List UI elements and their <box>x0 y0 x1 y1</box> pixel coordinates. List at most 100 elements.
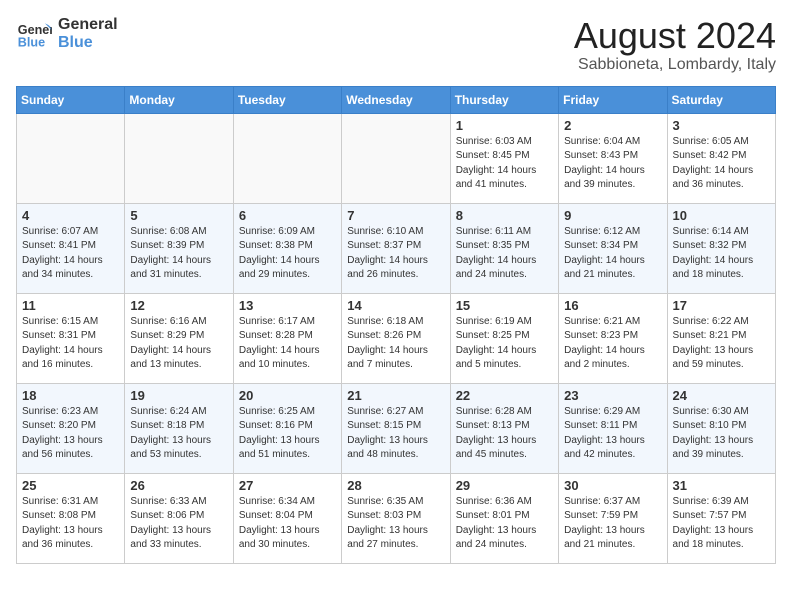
day-number: 26 <box>130 478 227 493</box>
day-number: 3 <box>673 118 770 133</box>
day-number: 6 <box>239 208 336 223</box>
calendar-cell: 6 Sunrise: 6:09 AM Sunset: 8:38 PM Daylig… <box>233 203 341 293</box>
logo: General Blue General Blue <box>16 16 118 52</box>
calendar-cell <box>342 113 450 203</box>
day-info: Sunrise: 6:37 AM Sunset: 7:59 PM Dayligh… <box>564 495 661 553</box>
title-block: August 2024 Sabbioneta, Lombardy, Italy <box>574 16 776 74</box>
calendar-cell: 3 Sunrise: 6:05 AM Sunset: 8:42 PM Daylig… <box>667 113 775 203</box>
svg-text:Blue: Blue <box>18 36 45 50</box>
day-info: Sunrise: 6:30 AM Sunset: 8:10 PM Dayligh… <box>673 405 770 463</box>
day-info: Sunrise: 6:23 AM Sunset: 8:20 PM Dayligh… <box>22 405 119 463</box>
day-info: Sunrise: 6:25 AM Sunset: 8:16 PM Dayligh… <box>239 405 336 463</box>
day-info: Sunrise: 6:15 AM Sunset: 8:31 PM Dayligh… <box>22 315 119 373</box>
day-info: Sunrise: 6:07 AM Sunset: 8:41 PM Dayligh… <box>22 225 119 283</box>
calendar-cell: 13Sunrise: 6:17 AM Sunset: 8:28 PM Dayli… <box>233 293 341 383</box>
day-number: 30 <box>564 478 661 493</box>
day-info: Sunrise: 6:27 AM Sunset: 8:15 PM Dayligh… <box>347 405 444 463</box>
day-info: Sunrise: 6:18 AM Sunset: 8:26 PM Dayligh… <box>347 315 444 373</box>
day-number: 14 <box>347 298 444 313</box>
day-info: Sunrise: 6:24 AM Sunset: 8:18 PM Dayligh… <box>130 405 227 463</box>
day-number: 22 <box>456 388 553 403</box>
day-info: Sunrise: 6:33 AM Sunset: 8:06 PM Dayligh… <box>130 495 227 553</box>
calendar-week-3: 11 Sunrise: 6:15 AM Sunset: 8:31 PM Dayli… <box>17 293 776 383</box>
logo-blue: Blue <box>58 34 93 51</box>
day-info: Sunrise: 6:39 AM Sunset: 7:57 PM Dayligh… <box>673 495 770 553</box>
day-number: 16 <box>564 298 661 313</box>
day-number: 10 <box>673 208 770 223</box>
day-number: 2 <box>564 118 661 133</box>
weekday-header-monday: Monday <box>125 86 233 113</box>
calendar-cell: 19 Sunrise: 6:24 AM Sunset: 8:18 PM Dayli… <box>125 383 233 473</box>
day-info: Sunrise: 6:35 AM Sunset: 8:03 PM Dayligh… <box>347 495 444 553</box>
day-info: Sunrise: 6:31 AM Sunset: 8:08 PM Dayligh… <box>22 495 119 553</box>
day-info: Sunrise: 6:16 AM Sunset: 8:29 PM Dayligh… <box>130 315 227 373</box>
day-info: Sunrise: 6:21 AM Sunset: 8:23 PM Dayligh… <box>564 315 661 373</box>
calendar-cell: 28 Sunrise: 6:35 AM Sunset: 8:03 PM Dayli… <box>342 473 450 563</box>
day-info: Sunrise: 6:03 AM Sunset: 8:45 PM Dayligh… <box>456 135 553 193</box>
day-info: Sunrise: 6:22 AM Sunset: 8:21 PM Dayligh… <box>673 315 770 373</box>
day-number: 28 <box>347 478 444 493</box>
calendar-title: August 2024 <box>574 16 776 56</box>
calendar-cell <box>125 113 233 203</box>
calendar-cell: 22Sunrise: 6:28 AM Sunset: 8:13 PM Dayli… <box>450 383 558 473</box>
calendar-cell: 30 Sunrise: 6:37 AM Sunset: 7:59 PM Dayli… <box>559 473 667 563</box>
day-info: Sunrise: 6:09 AM Sunset: 8:38 PM Dayligh… <box>239 225 336 283</box>
calendar-cell: 18 Sunrise: 6:23 AM Sunset: 8:20 PM Dayli… <box>17 383 125 473</box>
calendar-week-4: 18 Sunrise: 6:23 AM Sunset: 8:20 PM Dayli… <box>17 383 776 473</box>
weekday-header-saturday: Saturday <box>667 86 775 113</box>
calendar-cell: 11 Sunrise: 6:15 AM Sunset: 8:31 PM Dayli… <box>17 293 125 383</box>
day-number: 29 <box>456 478 553 493</box>
day-info: Sunrise: 6:12 AM Sunset: 8:34 PM Dayligh… <box>564 225 661 283</box>
calendar-cell: 12 Sunrise: 6:16 AM Sunset: 8:29 PM Dayli… <box>125 293 233 383</box>
day-number: 31 <box>673 478 770 493</box>
day-info: Sunrise: 6:05 AM Sunset: 8:42 PM Dayligh… <box>673 135 770 193</box>
day-number: 13 <box>239 298 336 313</box>
calendar-cell: 31 Sunrise: 6:39 AM Sunset: 7:57 PM Dayli… <box>667 473 775 563</box>
day-number: 23 <box>564 388 661 403</box>
day-number: 15 <box>456 298 553 313</box>
weekday-header-sunday: Sunday <box>17 86 125 113</box>
calendar-table: SundayMondayTuesdayWednesdayThursdayFrid… <box>16 86 776 564</box>
day-number: 18 <box>22 388 119 403</box>
weekday-header-row: SundayMondayTuesdayWednesdayThursdayFrid… <box>17 86 776 113</box>
calendar-cell: 17 Sunrise: 6:22 AM Sunset: 8:21 PM Dayli… <box>667 293 775 383</box>
day-info: Sunrise: 6:10 AM Sunset: 8:37 PM Dayligh… <box>347 225 444 283</box>
day-number: 20 <box>239 388 336 403</box>
calendar-cell: 21Sunrise: 6:27 AM Sunset: 8:15 PM Dayli… <box>342 383 450 473</box>
calendar-cell: 9 Sunrise: 6:12 AM Sunset: 8:34 PM Daylig… <box>559 203 667 293</box>
day-number: 25 <box>22 478 119 493</box>
logo-general: General <box>58 16 118 33</box>
day-number: 19 <box>130 388 227 403</box>
day-number: 1 <box>456 118 553 133</box>
calendar-cell <box>233 113 341 203</box>
calendar-cell: 24 Sunrise: 6:30 AM Sunset: 8:10 PM Dayli… <box>667 383 775 473</box>
weekday-header-friday: Friday <box>559 86 667 113</box>
day-number: 8 <box>456 208 553 223</box>
calendar-cell: 8 Sunrise: 6:11 AM Sunset: 8:35 PM Daylig… <box>450 203 558 293</box>
calendar-cell: 23Sunrise: 6:29 AM Sunset: 8:11 PM Dayli… <box>559 383 667 473</box>
day-number: 17 <box>673 298 770 313</box>
day-number: 4 <box>22 208 119 223</box>
calendar-cell: 25 Sunrise: 6:31 AM Sunset: 8:08 PM Dayli… <box>17 473 125 563</box>
calendar-cell: 16 Sunrise: 6:21 AM Sunset: 8:23 PM Dayli… <box>559 293 667 383</box>
day-info: Sunrise: 6:36 AM Sunset: 8:01 PM Dayligh… <box>456 495 553 553</box>
day-info: Sunrise: 6:34 AM Sunset: 8:04 PM Dayligh… <box>239 495 336 553</box>
calendar-week-2: 4 Sunrise: 6:07 AM Sunset: 8:41 PM Daylig… <box>17 203 776 293</box>
day-number: 24 <box>673 388 770 403</box>
logo-icon: General Blue <box>16 16 52 52</box>
day-number: 5 <box>130 208 227 223</box>
weekday-header-tuesday: Tuesday <box>233 86 341 113</box>
calendar-cell: 7Sunrise: 6:10 AM Sunset: 8:37 PM Daylig… <box>342 203 450 293</box>
day-info: Sunrise: 6:04 AM Sunset: 8:43 PM Dayligh… <box>564 135 661 193</box>
day-info: Sunrise: 6:11 AM Sunset: 8:35 PM Dayligh… <box>456 225 553 283</box>
calendar-cell: 4 Sunrise: 6:07 AM Sunset: 8:41 PM Daylig… <box>17 203 125 293</box>
day-number: 12 <box>130 298 227 313</box>
weekday-header-thursday: Thursday <box>450 86 558 113</box>
calendar-cell: 2 Sunrise: 6:04 AM Sunset: 8:43 PM Daylig… <box>559 113 667 203</box>
calendar-week-1: 1 Sunrise: 6:03 AM Sunset: 8:45 PM Daylig… <box>17 113 776 203</box>
day-number: 11 <box>22 298 119 313</box>
day-info: Sunrise: 6:19 AM Sunset: 8:25 PM Dayligh… <box>456 315 553 373</box>
day-number: 9 <box>564 208 661 223</box>
logo-text-block: General Blue <box>58 16 118 51</box>
calendar-cell: 5Sunrise: 6:08 AM Sunset: 8:39 PM Daylig… <box>125 203 233 293</box>
